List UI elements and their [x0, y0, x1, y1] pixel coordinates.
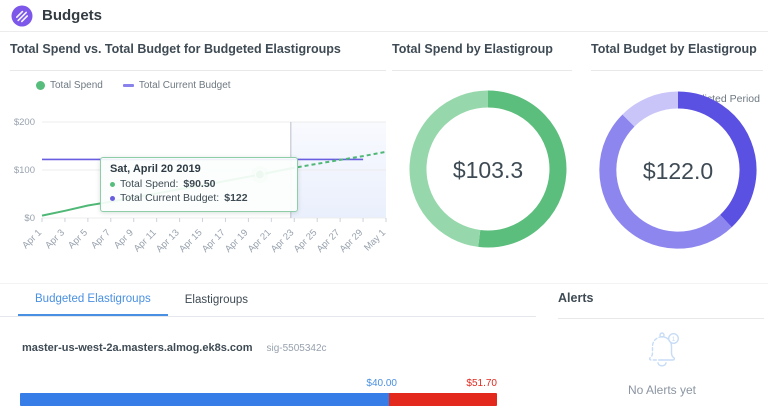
budget-usage-bar: $40.00 $51.70	[20, 378, 497, 406]
budgets-dashboard: Budgets Total Spend vs. Total Budget for…	[0, 0, 768, 414]
divider	[558, 318, 764, 319]
svg-text:Apr 3: Apr 3	[43, 227, 67, 251]
chart-tooltip: Sat, April 20 2019 Total Spend: $90.50 T…	[100, 157, 298, 212]
legend-item-total-spend[interactable]: Total Spend	[36, 80, 103, 91]
legend-item-total-budget[interactable]: Total Current Budget	[123, 80, 231, 91]
spend-vs-budget-title: Total Spend vs. Total Budget for Budgete…	[10, 42, 341, 56]
total-budget-donut-title: Total Budget by Elastigroup	[591, 42, 757, 56]
svg-text:Apr 11: Apr 11	[132, 227, 159, 254]
legend-budget-label: Total Current Budget	[139, 80, 231, 91]
svg-text:1: 1	[672, 336, 676, 343]
svg-text:Apr 7: Apr 7	[89, 227, 113, 251]
tab-elastigroups[interactable]: Elastigroups	[168, 284, 265, 316]
budget-progress-bar	[20, 393, 497, 406]
tooltip-row-spend: Total Spend: $90.50	[110, 177, 288, 191]
bell-icon: 1	[642, 328, 684, 370]
svg-text:Apr 21: Apr 21	[246, 227, 274, 255]
divider	[10, 70, 386, 71]
elastigroups-section: Budgeted Elastigroups Elastigroups maste…	[0, 284, 540, 414]
legend-spend-marker-icon	[36, 81, 45, 90]
svg-text:Apr 13: Apr 13	[154, 227, 182, 255]
legend-spend-label: Total Spend	[50, 80, 103, 91]
elastigroups-tabbar: Budgeted Elastigroups Elastigroups	[0, 284, 536, 317]
svg-text:Apr 25: Apr 25	[292, 227, 320, 255]
svg-text:Apr 29: Apr 29	[338, 227, 366, 255]
divider	[591, 70, 763, 71]
chart-legend: Total Spend Total Current Budget	[36, 80, 231, 91]
elastigroup-name[interactable]: master-us-west-2a.masters.almog.ek8s.com	[22, 342, 253, 354]
tooltip-spend-bullet-icon	[110, 182, 115, 187]
budget-bar-segment	[20, 393, 389, 406]
svg-text:Apr 1: Apr 1	[20, 227, 44, 251]
svg-text:May 1: May 1	[362, 227, 388, 253]
total-spend-amount-label: $51.70	[20, 378, 497, 389]
spotinst-logo-icon	[11, 5, 33, 27]
total-spend-value: $103.3	[400, 157, 576, 184]
svg-text:$100: $100	[14, 165, 35, 176]
tooltip-budget-bullet-icon	[110, 196, 115, 201]
tab-budgeted-elastigroups[interactable]: Budgeted Elastigroups	[18, 284, 168, 316]
divider	[392, 70, 572, 71]
svg-text:Apr 19: Apr 19	[223, 227, 251, 255]
no-alerts-text: No Alerts yet	[556, 383, 768, 397]
elastigroup-sig: sig-5505342c	[267, 343, 327, 354]
svg-text:Apr 23: Apr 23	[269, 227, 297, 255]
svg-text:Apr 27: Apr 27	[315, 227, 343, 255]
alerts-panel: Alerts 1 No Alerts yet	[556, 284, 768, 414]
svg-text:Apr 5: Apr 5	[66, 227, 90, 251]
svg-text:$0: $0	[24, 213, 35, 224]
alerts-title: Alerts	[558, 291, 593, 305]
app-header: Budgets	[0, 0, 768, 32]
total-budget-value: $122.0	[590, 158, 766, 185]
svg-text:Apr 17: Apr 17	[200, 227, 228, 255]
tooltip-row-budget: Total Current Budget: $122	[110, 191, 288, 205]
legend-budget-marker-icon	[123, 84, 134, 87]
budget-usage-labels: $40.00 $51.70	[20, 378, 497, 391]
svg-text:$200: $200	[14, 117, 35, 128]
total-spend-donut-title: Total Spend by Elastigroup	[392, 42, 553, 56]
svg-text:Apr 15: Apr 15	[177, 227, 205, 255]
budgeted-elastigroup-row[interactable]: master-us-west-2a.masters.almog.ek8s.com…	[22, 342, 327, 354]
tooltip-date: Sat, April 20 2019	[110, 163, 288, 175]
page-title: Budgets	[42, 7, 102, 24]
overbudget-bar-segment	[389, 393, 497, 406]
